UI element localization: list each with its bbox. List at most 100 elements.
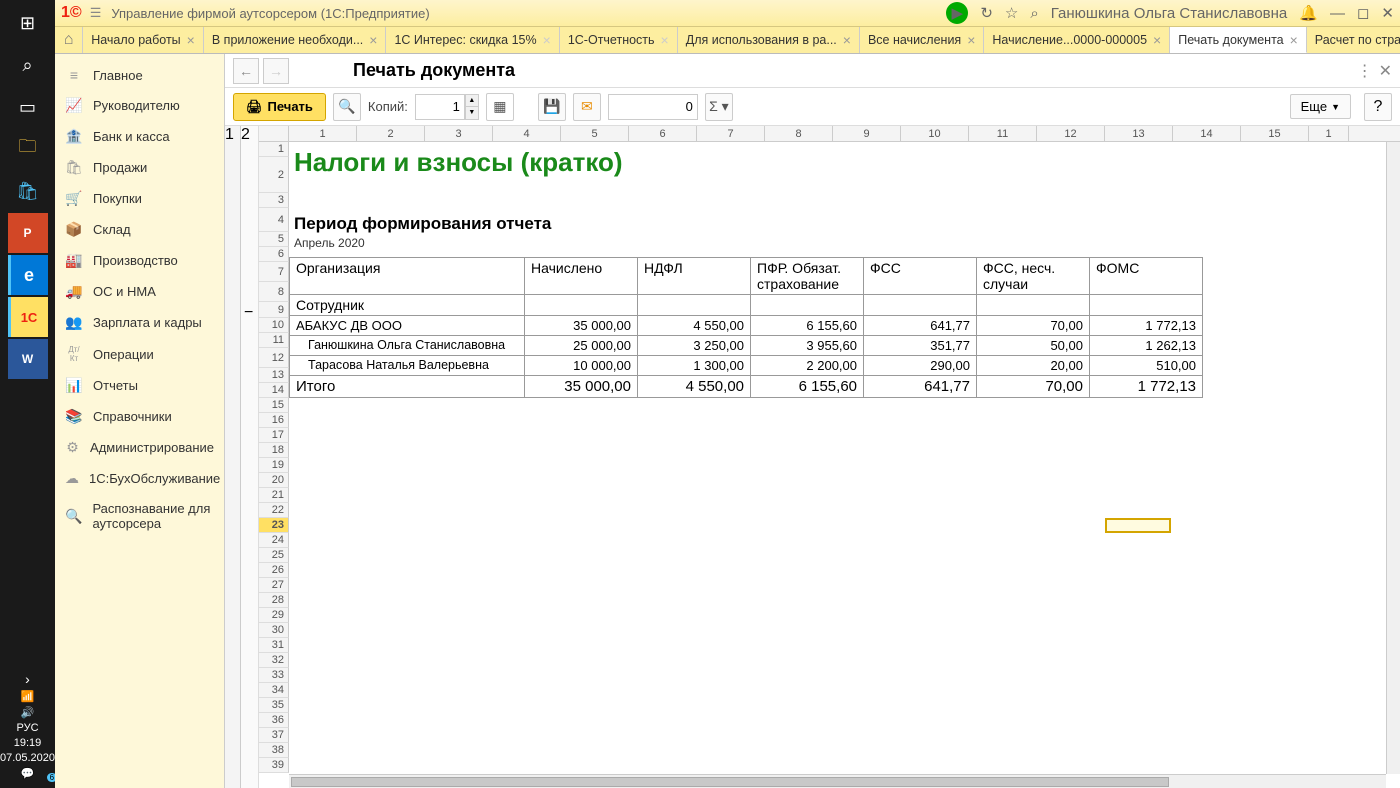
row-header[interactable]: 10 xyxy=(259,318,289,333)
nav-item[interactable]: ⚙Администрирование xyxy=(55,432,224,463)
star-icon[interactable]: ☆ xyxy=(1005,4,1018,22)
notifications-icon[interactable]: 🔔 xyxy=(1299,4,1318,22)
email-button[interactable]: ✉ xyxy=(573,93,601,121)
powerpoint-icon[interactable]: P xyxy=(8,213,48,253)
tab-close-icon[interactable]: × xyxy=(543,32,551,48)
row-header[interactable]: 16 xyxy=(259,413,289,428)
row-header[interactable]: 14 xyxy=(259,383,289,398)
forward-button[interactable]: → xyxy=(263,58,289,84)
history-icon[interactable]: ↻ xyxy=(980,4,993,22)
tab-close-icon[interactable]: × xyxy=(967,32,975,48)
tab-close-icon[interactable]: × xyxy=(843,32,851,48)
taskview-icon[interactable]: ▭ xyxy=(8,87,48,127)
vertical-scrollbar[interactable] xyxy=(1386,142,1400,774)
nav-item[interactable]: 🚚ОС и НМА xyxy=(55,276,224,307)
tab-close-icon[interactable]: × xyxy=(369,32,377,48)
nav-item[interactable]: 📚Справочники xyxy=(55,401,224,432)
col-header[interactable]: 12 xyxy=(1037,126,1105,141)
row-header[interactable]: 37 xyxy=(259,728,289,743)
copies-spinner[interactable]: ▲▼ xyxy=(465,94,479,120)
row-header[interactable]: 26 xyxy=(259,563,289,578)
explorer-icon[interactable]: 🗀 xyxy=(8,129,48,169)
col-header[interactable]: 2 xyxy=(357,126,425,141)
tab-close-icon[interactable]: × xyxy=(1153,32,1161,48)
row-header[interactable]: 36 xyxy=(259,713,289,728)
row-header[interactable]: 3 xyxy=(259,193,289,208)
col-header[interactable]: 5 xyxy=(561,126,629,141)
nav-item[interactable]: ≡Главное xyxy=(55,60,224,90)
col-header[interactable]: 14 xyxy=(1173,126,1241,141)
row-header[interactable]: 1 xyxy=(259,142,289,157)
minimize-icon[interactable]: — xyxy=(1330,5,1345,22)
nav-item[interactable]: 🛍Продажи xyxy=(55,152,224,183)
nav-item[interactable]: 🔍Распознавание для аутсорсера xyxy=(55,494,224,538)
nav-item[interactable]: 📈Руководителю xyxy=(55,90,224,121)
sum-button[interactable]: Σ ▾ xyxy=(705,93,733,121)
grid-settings-button[interactable]: ▦ xyxy=(486,93,514,121)
maximize-icon[interactable]: ◻ xyxy=(1357,4,1369,22)
row-header[interactable]: 17 xyxy=(259,428,289,443)
row-header[interactable]: 7 xyxy=(259,262,289,282)
sheet-grid[interactable]: 1234567891011121314151 12345678910111213… xyxy=(259,126,1400,788)
user-name[interactable]: Ганюшкина Ольга Станиславовна xyxy=(1051,5,1288,22)
col-header[interactable]: 10 xyxy=(901,126,969,141)
row-header[interactable]: 6 xyxy=(259,247,289,262)
tray-network-icon[interactable]: 📶 xyxy=(0,690,55,703)
tab[interactable]: Начало работы× xyxy=(83,27,204,53)
nav-item[interactable]: 🛒Покупки xyxy=(55,183,224,214)
copies-input[interactable] xyxy=(415,94,465,120)
save-button[interactable]: 💾 xyxy=(538,93,566,121)
tab[interactable]: Для использования в ра...× xyxy=(678,27,860,53)
row-header[interactable]: 35 xyxy=(259,698,289,713)
close-icon[interactable]: ✕ xyxy=(1381,4,1394,22)
tab-close-icon[interactable]: × xyxy=(187,32,195,48)
collapse-icon[interactable]: − xyxy=(244,304,253,322)
tray-expand-icon[interactable]: › xyxy=(0,671,55,687)
row-header[interactable]: 20 xyxy=(259,473,289,488)
tab[interactable]: Расчет по страховым вз...× xyxy=(1307,27,1400,53)
tab-close-icon[interactable]: × xyxy=(661,32,669,48)
col-header[interactable]: 7 xyxy=(697,126,765,141)
back-button[interactable]: ← xyxy=(233,58,259,84)
row-header[interactable]: 25 xyxy=(259,548,289,563)
row-header[interactable]: 22 xyxy=(259,503,289,518)
row-header[interactable]: 34 xyxy=(259,683,289,698)
row-header[interactable]: 2 xyxy=(259,157,289,193)
row-header[interactable]: 32 xyxy=(259,653,289,668)
row-header[interactable]: 24 xyxy=(259,533,289,548)
horizontal-scrollbar[interactable] xyxy=(289,774,1386,788)
row-header[interactable]: 5 xyxy=(259,232,289,247)
row-header[interactable]: 23 xyxy=(259,518,289,533)
tab[interactable]: 1С-Отчетность× xyxy=(560,27,678,53)
col-header[interactable]: 3 xyxy=(425,126,493,141)
word-icon[interactable]: W xyxy=(8,339,48,379)
outline-level-1[interactable]: 1 xyxy=(225,126,234,142)
nav-item[interactable]: 👥Зарплата и кадры xyxy=(55,307,224,338)
col-header[interactable]: 8 xyxy=(765,126,833,141)
col-header[interactable]: 13 xyxy=(1105,126,1173,141)
search-icon[interactable]: ⌕ xyxy=(8,45,48,85)
1c-icon[interactable]: 1C xyxy=(8,297,48,337)
tab[interactable]: Печать документа× xyxy=(1170,27,1307,53)
col-header[interactable]: 1 xyxy=(289,126,357,141)
search-icon[interactable]: ⌕ xyxy=(1030,5,1038,22)
more-button[interactable]: Еще ▼ xyxy=(1290,94,1351,119)
kebab-menu-icon[interactable]: ⋮ xyxy=(1357,61,1373,81)
row-header[interactable]: 8 xyxy=(259,282,289,302)
nav-item[interactable]: 🏭Производство xyxy=(55,245,224,276)
row-header[interactable]: 15 xyxy=(259,398,289,413)
row-header[interactable]: 13 xyxy=(259,368,289,383)
col-header[interactable]: 4 xyxy=(493,126,561,141)
nav-item[interactable]: ☁1С:БухОбслуживание xyxy=(55,463,224,494)
tab[interactable]: В приложение необходи...× xyxy=(204,27,387,53)
row-header[interactable]: 11 xyxy=(259,333,289,348)
row-header[interactable]: 33 xyxy=(259,668,289,683)
tab[interactable]: Все начисления× xyxy=(860,27,984,53)
print-button[interactable]: 🖨 Печать xyxy=(233,93,326,121)
row-header[interactable]: 9 xyxy=(259,302,289,318)
col-header[interactable]: 1 xyxy=(1309,126,1349,141)
row-header[interactable]: 19 xyxy=(259,458,289,473)
row-header[interactable]: 39 xyxy=(259,758,289,773)
selected-cell[interactable] xyxy=(1105,518,1171,533)
tray-lang[interactable]: РУС xyxy=(0,722,55,734)
